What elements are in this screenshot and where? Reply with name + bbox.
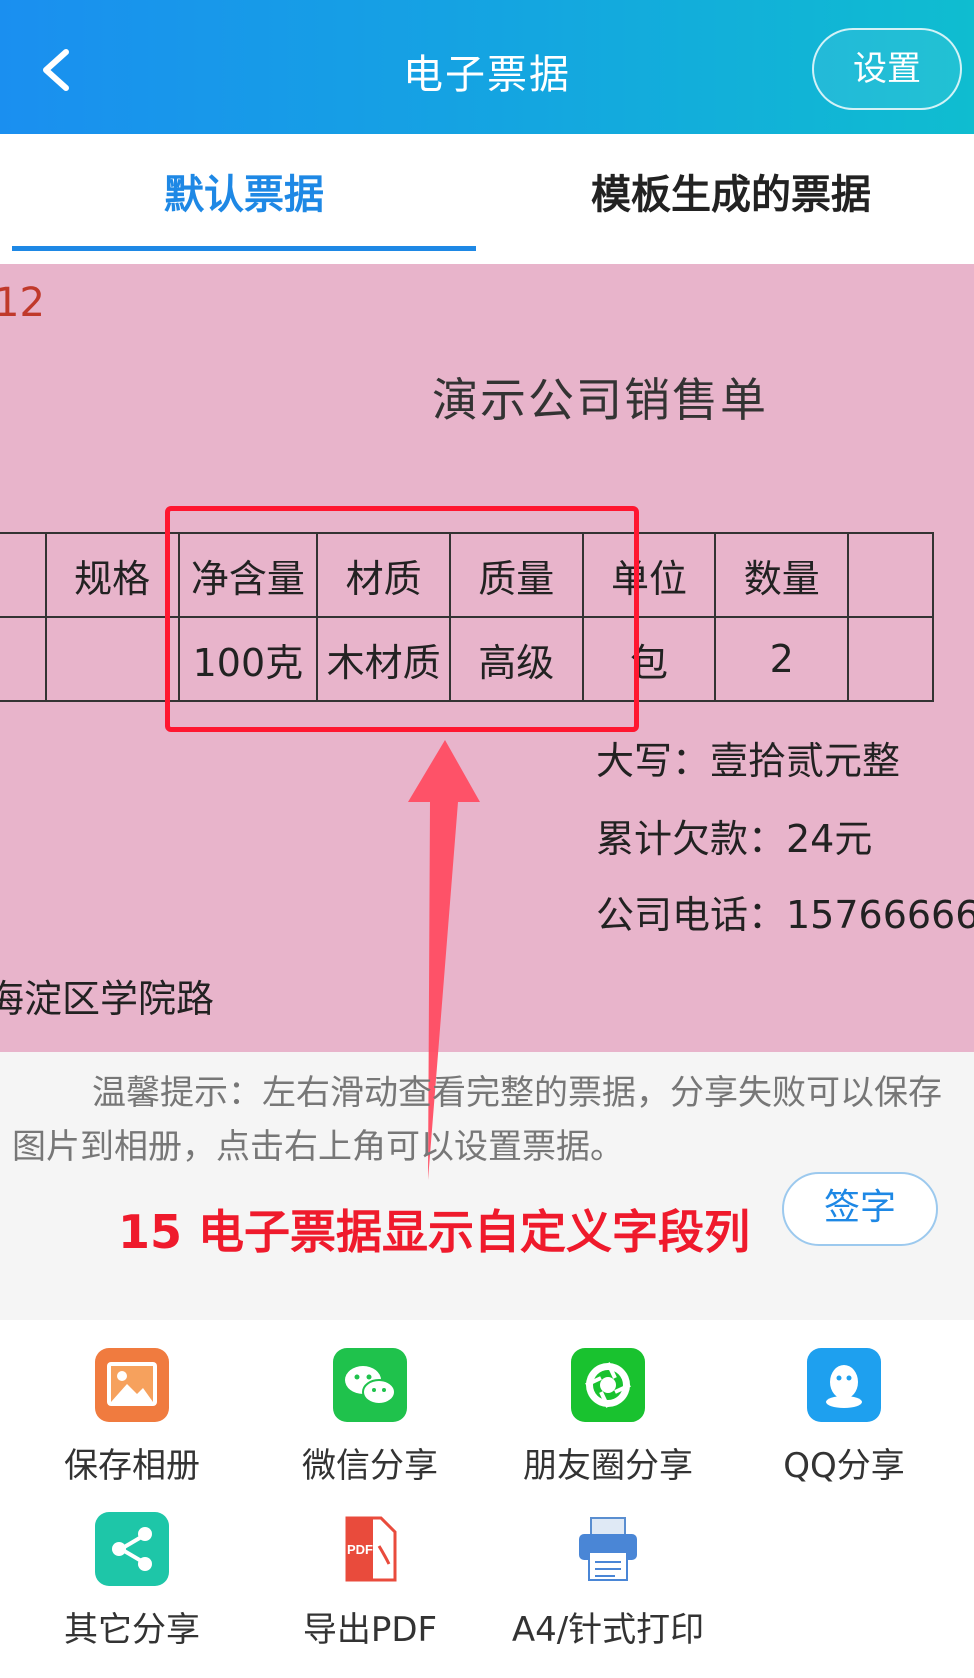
table-cell <box>44 616 180 702</box>
share-icon <box>95 1512 169 1586</box>
company-address: 海淀区学院路 <box>0 977 215 1021</box>
table-cell <box>847 616 934 702</box>
settings-button[interactable]: 设置 <box>812 28 962 110</box>
company-phone: 公司电话：157666666 <box>596 893 974 937</box>
table-cell <box>847 532 934 618</box>
export-pdf-label: 导出PDF <box>302 1610 438 1650</box>
table-header-cell: 规格 <box>44 532 180 618</box>
wechat-share-label: 微信分享 <box>302 1446 438 1486</box>
save-album-button[interactable]: 保存相册 <box>12 1348 252 1487</box>
other-share-label: 其它分享 <box>64 1610 200 1650</box>
qq-icon <box>807 1348 881 1422</box>
table-header-cell: 数量 <box>714 532 850 618</box>
printer-icon <box>571 1512 645 1586</box>
header-bar: 电子票据 设置 <box>0 0 974 134</box>
save-album-label: 保存相册 <box>64 1446 200 1486</box>
tab-template-receipt[interactable]: 模板生成的票据 <box>488 162 974 222</box>
moments-icon <box>571 1348 645 1422</box>
share-panel: 保存相册 微信分享 朋友圈分享 QQ分享 其它分享 PDF 导出PDF A4/针… <box>0 1320 974 1678</box>
moments-share-button[interactable]: 朋友圈分享 <box>488 1348 728 1487</box>
active-tab-indicator <box>12 246 476 251</box>
table-cell: 2 <box>714 616 850 702</box>
other-share-button[interactable]: 其它分享 <box>12 1512 252 1651</box>
sign-button[interactable]: 签字 <box>782 1172 938 1246</box>
photo-album-icon <box>95 1348 169 1422</box>
annotation-label: 15 电子票据显示自定义字段列 <box>118 1205 751 1259</box>
table-cell <box>0 616 47 702</box>
receipt-title: 演示公司销售单 <box>432 373 768 427</box>
highlight-box <box>165 506 639 732</box>
print-button[interactable]: A4/针式打印 <box>488 1512 728 1651</box>
tab-default-receipt[interactable]: 默认票据 <box>0 162 488 222</box>
tab-bar: 默认票据 模板生成的票据 <box>0 134 974 264</box>
qq-share-button[interactable]: QQ分享 <box>724 1348 964 1487</box>
svg-text:PDF: PDF <box>347 1542 373 1557</box>
wechat-icon <box>333 1348 407 1422</box>
export-pdf-button[interactable]: PDF 导出PDF <box>250 1512 490 1651</box>
pdf-icon: PDF <box>333 1512 407 1586</box>
receipt-number: 12 <box>0 280 45 326</box>
wechat-share-button[interactable]: 微信分享 <box>250 1348 490 1487</box>
amount-in-words: 大写：壹拾贰元整 <box>596 739 901 783</box>
print-label: A4/针式打印 <box>511 1610 705 1650</box>
moments-share-label: 朋友圈分享 <box>523 1446 693 1486</box>
accumulated-debt: 累计欠款：24元 <box>596 817 873 861</box>
tip-text: 温馨提示：左右滑动查看完整的票据，分享失败可以保存图片到相册，点击右上角可以设置… <box>12 1073 942 1167</box>
qq-share-label: QQ分享 <box>783 1446 905 1486</box>
table-cell <box>0 532 47 618</box>
